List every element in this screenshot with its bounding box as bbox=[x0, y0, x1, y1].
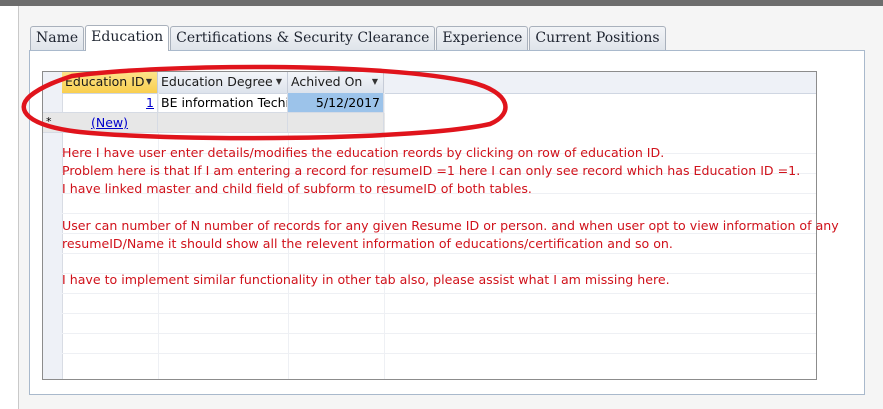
new-record-degree-cell[interactable] bbox=[158, 113, 288, 133]
tab-experience[interactable]: Experience bbox=[436, 26, 529, 50]
grid-line bbox=[62, 353, 816, 354]
annotation-line: User can number of N number of records f… bbox=[62, 217, 839, 233]
column-header-education-degree[interactable]: Education Degree ▼ bbox=[158, 72, 288, 93]
annotation-line: Problem here is that If I am entering a … bbox=[62, 163, 801, 179]
column-header-label: Achived On bbox=[291, 74, 363, 89]
column-header-label: Education ID bbox=[65, 74, 145, 89]
cell-education-degree[interactable]: BE information Techi bbox=[158, 93, 288, 113]
tab-certifications[interactable]: Certifications & Security Clearance bbox=[170, 26, 436, 50]
cell-achieved-on[interactable]: 5/12/2017 bbox=[288, 93, 384, 113]
annotation-line: resumeID/Name it should show all the rel… bbox=[62, 236, 673, 251]
cell-education-id[interactable]: 1 bbox=[62, 93, 158, 113]
new-record-marker: * bbox=[43, 113, 62, 133]
grid-line bbox=[62, 333, 816, 334]
tab-education[interactable]: Education bbox=[85, 25, 170, 51]
education-id-link[interactable]: 1 bbox=[146, 95, 154, 110]
annotation-line: Here I have user enter details/modifies … bbox=[62, 145, 665, 160]
column-header-achieved-on[interactable]: Achived On ▼ bbox=[288, 72, 384, 93]
new-record-date-cell[interactable] bbox=[288, 113, 384, 133]
new-record-link[interactable]: (New) bbox=[62, 113, 158, 133]
column-header-label: Education Degree bbox=[161, 74, 273, 89]
grid-line bbox=[62, 313, 816, 314]
sort-dropdown-icon[interactable]: ▼ bbox=[372, 72, 378, 92]
column-header-education-id[interactable]: Education ID ▼ bbox=[62, 72, 158, 93]
new-record-label[interactable]: (New) bbox=[91, 115, 128, 130]
annotation-line: I have to implement similar functionalit… bbox=[62, 272, 670, 288]
tab-strip: Name Education Certifications & Security… bbox=[30, 25, 667, 51]
grid-line bbox=[62, 293, 816, 294]
record-selector[interactable] bbox=[43, 93, 62, 113]
tab-current-positions[interactable]: Current Positions bbox=[529, 26, 666, 50]
annotation-line: I have linked master and child field of … bbox=[62, 181, 532, 197]
sort-dropdown-icon[interactable]: ▼ bbox=[146, 72, 152, 92]
annotation-text: Here I have user enter details/modifies … bbox=[62, 144, 839, 290]
sort-dropdown-icon[interactable]: ▼ bbox=[276, 72, 282, 92]
tab-name[interactable]: Name bbox=[30, 26, 85, 50]
